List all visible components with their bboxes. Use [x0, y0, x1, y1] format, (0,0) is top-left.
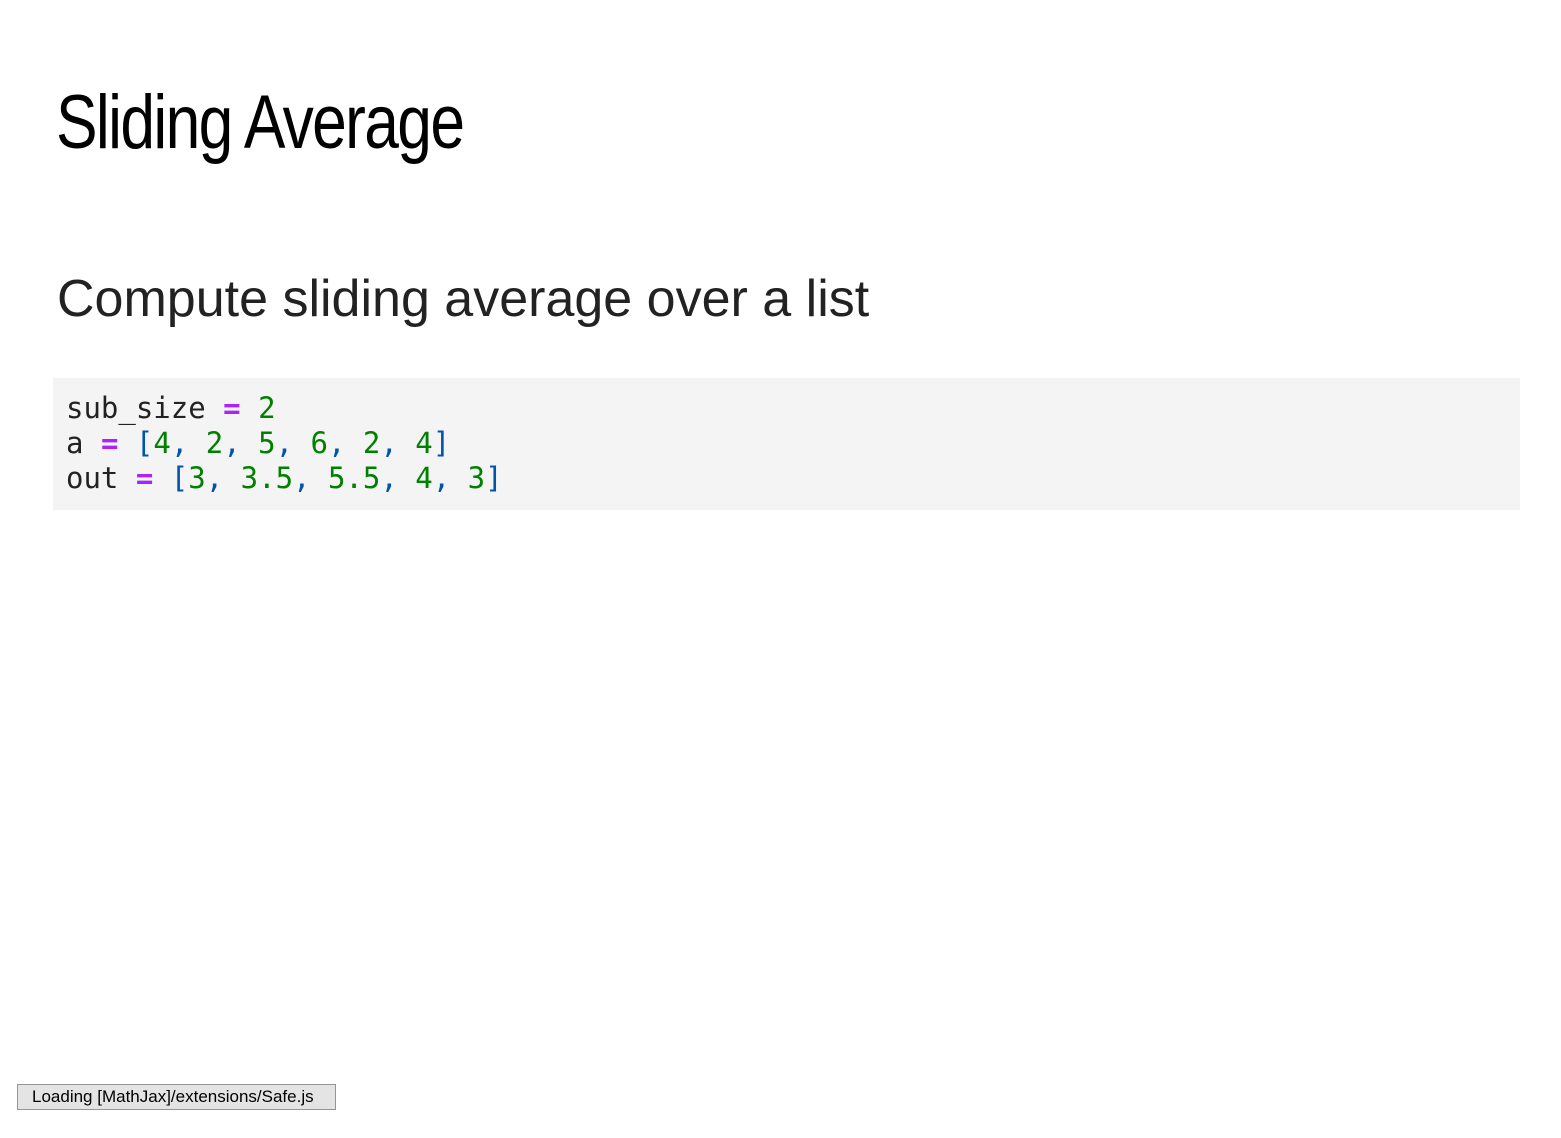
code-block: sub_size = 2a = [4, 2, 5, 6, 2, 4] out = …	[53, 378, 1520, 510]
code-line: a = [4, 2, 5, 6, 2, 4]	[66, 426, 1520, 461]
code-token-num: 3.5	[240, 461, 294, 495]
code-token-num: 5.5	[327, 461, 381, 495]
code-token-punc: [	[135, 426, 154, 460]
code-token-num: 2	[362, 426, 381, 460]
code-token-op: =	[223, 391, 241, 425]
code-token-punc: ]	[485, 461, 503, 495]
code-token-op: =	[135, 461, 154, 495]
code-token-punc: ,	[293, 461, 328, 495]
code-token-num: 3	[467, 461, 486, 495]
code-token-op: =	[100, 426, 119, 460]
code-token-punc: ,	[205, 461, 241, 495]
code-token-num: 4	[153, 426, 171, 460]
slide-title: Sliding Average	[56, 80, 465, 165]
code-token-punc: [	[170, 461, 189, 495]
code-token-num: 5	[258, 426, 276, 460]
code-token-num: 4	[415, 426, 433, 460]
code-token-num: 4	[415, 461, 433, 495]
code-token-num: 2	[258, 391, 276, 425]
code-token-punc: ]	[432, 426, 451, 460]
code-token-num: 3	[188, 461, 206, 495]
code-token-num: 6	[310, 426, 328, 460]
code-token-punc: ,	[327, 426, 363, 460]
mathjax-loading-status: Loading [MathJax]/extensions/Safe.js	[17, 1084, 336, 1110]
code-token-name: sub_size	[66, 391, 206, 425]
code-token-punc: ,	[275, 426, 311, 460]
code-token-punc: ,	[380, 426, 416, 460]
code-token-punc: ,	[380, 461, 416, 495]
code-token-punc: ,	[223, 426, 259, 460]
code-line: sub_size = 2	[66, 391, 1520, 426]
code-token-punc: ,	[170, 426, 206, 460]
code-token-num: 2	[205, 426, 224, 460]
code-token-punc: ,	[432, 461, 468, 495]
slide-subtitle: Compute sliding average over a list	[57, 270, 870, 328]
code-token-name: out	[66, 461, 119, 495]
code-line: out = [3, 3.5, 5.5, 4, 3]	[66, 461, 1520, 496]
code-token-name: a	[66, 426, 84, 460]
